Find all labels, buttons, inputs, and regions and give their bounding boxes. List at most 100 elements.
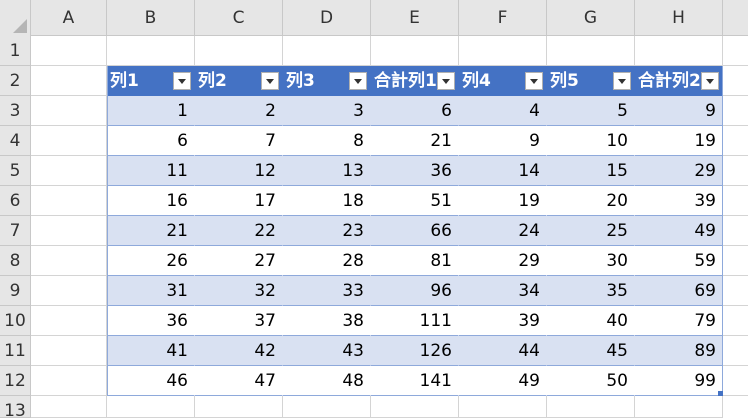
table-data-cell[interactable]: 20 [547,186,635,216]
cell-offscreen-i3[interactable] [723,96,748,126]
filter-dropdown-button[interactable] [173,72,191,90]
table-header-cell[interactable]: 列5 [547,66,635,96]
table-data-cell[interactable]: 50 [547,366,635,396]
row-header-2[interactable]: 2 [0,66,31,96]
row-header-8[interactable]: 8 [0,246,31,276]
column-header-a[interactable]: A [31,0,107,36]
table-data-cell[interactable]: 48 [283,366,371,396]
table-data-cell[interactable]: 141 [371,366,459,396]
cell-d1[interactable] [283,36,371,66]
table-data-cell[interactable]: 3 [283,96,371,126]
table-data-cell[interactable]: 29 [459,246,547,276]
table-header-cell[interactable]: 列1 [107,66,195,96]
table-data-cell[interactable]: 42 [195,336,283,366]
table-data-cell[interactable]: 24 [459,216,547,246]
table-data-cell[interactable]: 10 [547,126,635,156]
table-data-cell[interactable]: 49 [459,366,547,396]
table-data-cell[interactable]: 51 [371,186,459,216]
table-data-cell[interactable]: 89 [635,336,723,366]
table-data-cell[interactable]: 47 [195,366,283,396]
column-header-b[interactable]: B [107,0,195,36]
table-data-cell[interactable]: 36 [107,306,195,336]
cell-offscreen-i1[interactable] [723,36,748,66]
table-data-cell[interactable]: 4 [459,96,547,126]
table-resize-handle[interactable] [718,391,723,396]
cell-g13[interactable] [547,396,635,418]
cell-a8[interactable] [31,246,107,276]
cell-a2[interactable] [31,66,107,96]
cell-b13[interactable] [107,396,195,418]
cell-offscreen-i11[interactable] [723,336,748,366]
row-header-12[interactable]: 12 [0,366,31,396]
table-data-cell[interactable]: 46 [107,366,195,396]
cell-f1[interactable] [459,36,547,66]
cell-d13[interactable] [283,396,371,418]
table-data-cell[interactable]: 5 [547,96,635,126]
cell-a3[interactable] [31,96,107,126]
row-header-4[interactable]: 4 [0,126,31,156]
row-header-11[interactable]: 11 [0,336,31,366]
row-header-9[interactable]: 9 [0,276,31,306]
table-data-cell[interactable]: 39 [635,186,723,216]
table-data-cell[interactable]: 21 [107,216,195,246]
cell-offscreen-i6[interactable] [723,186,748,216]
table-data-cell[interactable]: 7 [195,126,283,156]
table-data-cell[interactable]: 15 [547,156,635,186]
table-data-cell[interactable]: 32 [195,276,283,306]
table-data-cell[interactable]: 49 [635,216,723,246]
column-header-g[interactable]: G [547,0,635,36]
table-data-cell[interactable]: 19 [459,186,547,216]
table-data-cell[interactable]: 2 [195,96,283,126]
cell-a6[interactable] [31,186,107,216]
table-data-cell[interactable]: 69 [635,276,723,306]
filter-dropdown-button[interactable] [261,72,279,90]
table-header-cell[interactable]: 列3 [283,66,371,96]
table-data-cell[interactable]: 79 [635,306,723,336]
table-data-cell[interactable]: 18 [283,186,371,216]
table-data-cell[interactable]: 44 [459,336,547,366]
cell-offscreen-i12[interactable] [723,366,748,396]
cell-offscreen-i4[interactable] [723,126,748,156]
table-data-cell[interactable]: 12 [195,156,283,186]
table-data-cell[interactable]: 19 [635,126,723,156]
table-data-cell[interactable]: 41 [107,336,195,366]
row-header-7[interactable]: 7 [0,216,31,246]
table-data-cell[interactable]: 13 [283,156,371,186]
cell-offscreen-i7[interactable] [723,216,748,246]
table-data-cell[interactable]: 30 [547,246,635,276]
table-data-cell[interactable]: 99 [635,366,723,396]
table-data-cell[interactable]: 37 [195,306,283,336]
table-data-cell[interactable]: 43 [283,336,371,366]
table-data-cell[interactable]: 81 [371,246,459,276]
table-data-cell[interactable]: 27 [195,246,283,276]
table-data-cell[interactable]: 40 [547,306,635,336]
row-header-13[interactable]: 13 [0,396,31,418]
table-data-cell[interactable]: 8 [283,126,371,156]
column-header-c[interactable]: C [195,0,283,36]
filter-dropdown-button[interactable] [437,72,455,90]
table-header-cell[interactable]: 合計列2 [635,66,723,96]
table-data-cell[interactable]: 14 [459,156,547,186]
cell-a11[interactable] [31,336,107,366]
table-data-cell[interactable]: 39 [459,306,547,336]
cell-c13[interactable] [195,396,283,418]
table-data-cell[interactable]: 17 [195,186,283,216]
table-data-cell[interactable]: 6 [371,96,459,126]
column-header-h[interactable]: H [635,0,723,36]
cell-offscreen-i5[interactable] [723,156,748,186]
cell-offscreen-i13[interactable] [723,396,748,418]
filter-dropdown-button[interactable] [349,72,367,90]
table-data-cell[interactable]: 25 [547,216,635,246]
table-data-cell[interactable]: 36 [371,156,459,186]
filter-dropdown-button[interactable] [613,72,631,90]
filter-dropdown-button[interactable] [525,72,543,90]
cell-b1[interactable] [107,36,195,66]
cell-e1[interactable] [371,36,459,66]
row-header-5[interactable]: 5 [0,156,31,186]
table-data-cell[interactable]: 16 [107,186,195,216]
row-header-1[interactable]: 1 [0,36,31,66]
select-all-corner[interactable] [0,0,31,36]
column-header-e[interactable]: E [371,0,459,36]
table-data-cell[interactable]: 126 [371,336,459,366]
table-data-cell[interactable]: 11 [107,156,195,186]
